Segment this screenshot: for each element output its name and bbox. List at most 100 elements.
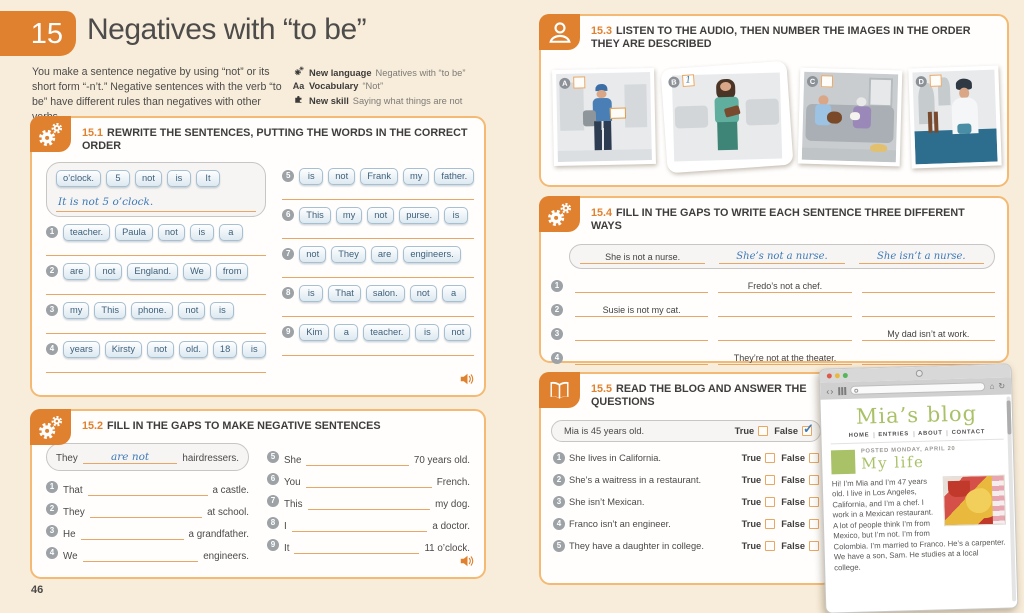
blog-nav-home[interactable]: HOME [849,432,870,439]
sentence-variant-blank[interactable] [575,327,709,341]
word-tile[interactable]: not [367,206,395,224]
answer-blank[interactable] [87,495,208,497]
word-tile[interactable]: are [63,262,91,280]
order-answer-box[interactable]: 1 [681,74,695,87]
answer-line[interactable] [282,226,475,239]
false-checkbox[interactable] [809,496,819,507]
speaker-icon[interactable] [460,554,475,572]
word-tile[interactable]: Paula [115,223,153,241]
tabs-icon[interactable] [838,386,846,395]
word-tile[interactable]: a [218,223,243,241]
blog-nav-about[interactable]: ABOUT [918,430,943,437]
answer-line[interactable] [282,265,475,278]
word-tile[interactable]: is [299,167,324,185]
word-tile[interactable]: Kirsty [104,340,142,358]
word-tile[interactable]: a [334,323,359,341]
sentence-variant-blank[interactable] [718,327,852,341]
refresh-icon[interactable]: ↻ [998,382,1005,391]
word-tile[interactable]: teacher. [63,223,111,241]
word-tile[interactable]: It [195,169,220,187]
order-answer-box[interactable] [820,75,834,88]
false-checkbox[interactable] [809,474,819,485]
sentence-variant-blank[interactable] [861,303,995,317]
word-tile[interactable]: not [299,245,327,263]
word-tile[interactable]: is [415,323,440,341]
order-answer-box[interactable] [929,74,942,87]
word-tile[interactable]: not [157,223,185,241]
word-tile[interactable]: is [242,340,267,358]
answer-blank[interactable] [89,517,203,519]
answer-line[interactable] [282,187,475,200]
home-icon[interactable]: ⌂ [990,382,995,391]
answer-line[interactable] [46,321,267,334]
word-tile[interactable]: my [63,301,90,319]
false-checkbox[interactable]: ✓ [802,421,814,436]
word-tile[interactable]: are [370,245,399,263]
answer-line[interactable] [282,304,475,317]
word-tile[interactable]: teacher. [363,323,411,341]
blog-nav-entries[interactable]: ENTRIES [878,431,909,438]
word-tile[interactable]: not [328,167,356,185]
sentence-variant-blank[interactable] [861,351,995,365]
word-tile[interactable]: is [189,223,214,241]
answer-line[interactable] [46,360,267,373]
word-tile[interactable]: salon. [365,284,405,302]
speaker-icon[interactable] [460,372,475,390]
sentence-variant-blank[interactable] [861,279,995,293]
false-checkbox[interactable] [809,518,819,529]
answer-blank[interactable] [82,561,199,563]
word-tile[interactable]: not [95,262,123,280]
word-tile[interactable]: o’clock. [56,169,102,187]
word-tile[interactable]: purse. [399,206,440,224]
word-tile[interactable]: from [215,262,249,280]
word-tile[interactable]: my [335,206,363,224]
true-checkbox[interactable] [765,540,776,551]
word-tile[interactable]: is [299,284,324,302]
true-checkbox[interactable] [765,496,776,507]
sentence-variant-blank[interactable] [575,351,709,365]
true-checkbox[interactable] [765,452,776,463]
blog-nav-contact[interactable]: CONTACT [952,429,986,436]
word-tile[interactable]: England. [127,262,179,280]
word-tile[interactable]: father. [434,167,475,185]
word-tile[interactable]: not [409,284,437,302]
minimize-window-icon[interactable] [834,373,840,379]
word-tile[interactable]: not [146,340,174,358]
answer-blank[interactable] [305,487,432,489]
false-checkbox[interactable] [809,452,819,463]
word-tile[interactable]: is [166,169,191,187]
word-tile[interactable]: years [63,340,100,358]
word-tile[interactable]: not [178,301,206,319]
word-tile[interactable]: This [94,301,126,319]
word-tile[interactable]: is [444,206,469,224]
word-tile[interactable]: my [402,167,430,185]
answer-line[interactable] [282,343,475,356]
false-checkbox[interactable] [809,540,819,551]
answer-blank[interactable] [307,509,431,511]
word-tile[interactable]: old. [178,340,208,358]
answer-blank[interactable] [306,465,409,467]
word-tile[interactable]: 18 [212,340,238,358]
word-tile[interactable]: 5 [106,169,131,187]
answer-line[interactable] [46,282,267,295]
true-checkbox[interactable] [765,474,776,485]
back-forward-icons[interactable]: ‹› [826,386,834,396]
close-window-icon[interactable] [826,373,832,379]
word-tile[interactable]: This [299,206,331,224]
answer-blank[interactable] [80,539,184,541]
maximize-window-icon[interactable] [842,372,848,379]
word-tile[interactable]: a [441,284,466,302]
true-checkbox[interactable] [765,518,776,529]
word-tile[interactable]: Frank [360,167,398,185]
word-tile[interactable]: They [331,245,366,263]
word-tile[interactable]: phone. [130,301,174,319]
sentence-variant-blank[interactable] [718,303,852,317]
true-checkbox[interactable] [758,425,769,436]
sentence-variant-blank[interactable] [575,279,709,293]
word-tile[interactable]: not [135,169,162,187]
answer-blank[interactable] [291,531,428,533]
answer-blank[interactable] [294,553,420,555]
answer-line[interactable] [46,243,267,256]
word-tile[interactable]: is [210,301,235,319]
order-answer-box[interactable] [573,76,586,89]
